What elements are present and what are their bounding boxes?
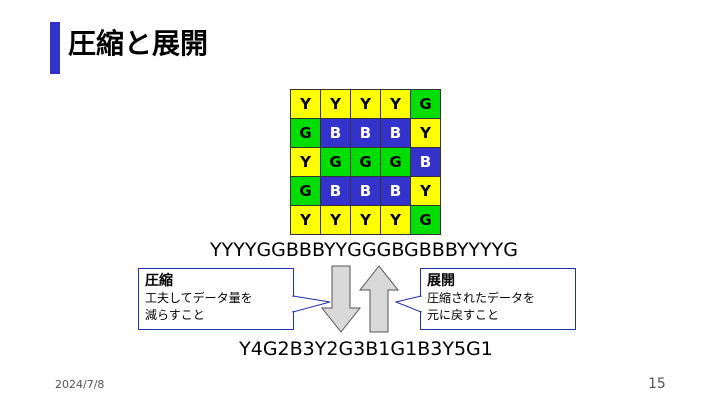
up-arrow-icon (358, 265, 400, 333)
compressed-sequence: Y4G2B3Y2G3B1G1B3Y5G1 (239, 338, 493, 360)
down-arrow-icon (320, 265, 362, 333)
slide-date: 2024/7/8 (55, 378, 105, 391)
process-arrows (320, 265, 400, 333)
page-number: 15 (648, 376, 666, 392)
